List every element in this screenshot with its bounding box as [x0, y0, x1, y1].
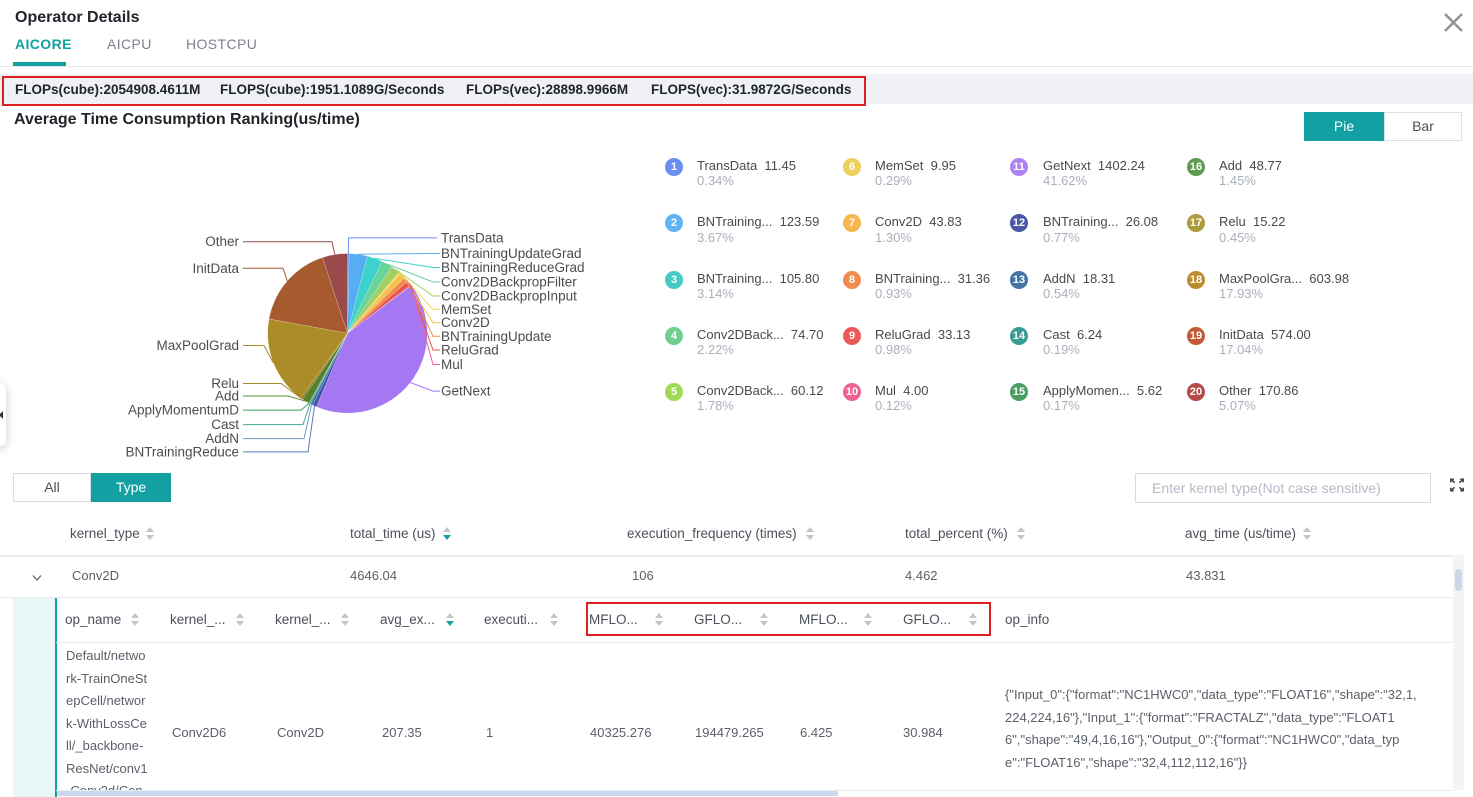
- svg-text:Other: Other: [205, 234, 239, 249]
- svg-text:AddN: AddN: [205, 431, 239, 446]
- svg-text:BNTrainingUpdateGrad: BNTrainingUpdateGrad: [441, 246, 582, 261]
- svg-text:MaxPoolGrad: MaxPoolGrad: [156, 338, 239, 353]
- svg-text:Mul: Mul: [441, 357, 463, 372]
- svg-text:Relu: Relu: [211, 376, 239, 391]
- svg-text:ReluGrad: ReluGrad: [441, 343, 499, 358]
- svg-text:ApplyMomentumD: ApplyMomentumD: [128, 403, 239, 418]
- svg-text:InitData: InitData: [192, 261, 239, 276]
- svg-text:BNTrainingReduceGrad: BNTrainingReduceGrad: [441, 260, 585, 275]
- svg-text:Conv2DBackpropFilter: Conv2DBackpropFilter: [441, 275, 577, 290]
- svg-text:TransData: TransData: [441, 230, 504, 245]
- svg-text:BNTrainingReduce: BNTrainingReduce: [125, 444, 239, 459]
- svg-text:GetNext: GetNext: [441, 384, 491, 399]
- svg-text:Cast: Cast: [211, 417, 239, 432]
